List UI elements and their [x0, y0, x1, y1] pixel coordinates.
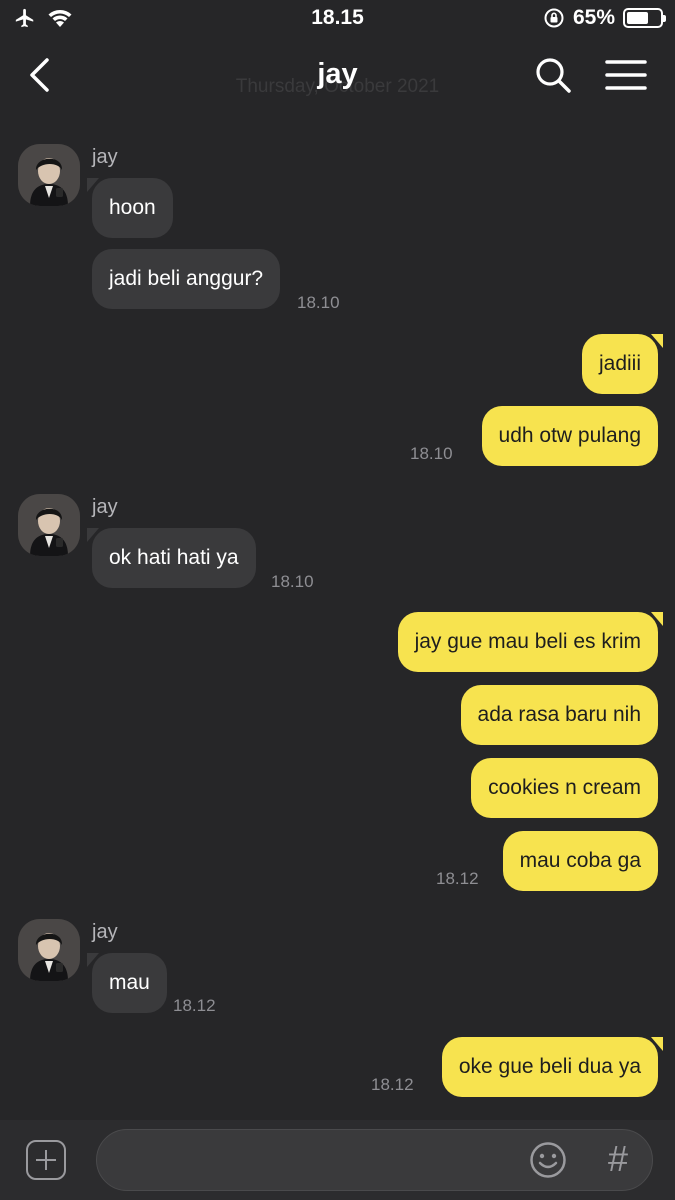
message-bubble[interactable]: mau coba ga: [502, 831, 658, 891]
message-bubble[interactable]: jadi beli anggur?: [92, 249, 281, 309]
sender-name: jay: [92, 146, 118, 168]
chat-header: Thursday, October 2021 jay: [0, 38, 675, 114]
input-bar: [0, 1120, 675, 1200]
chat-screen: 18.15 65% Thursday, October 2021 jay jay…: [0, 0, 675, 1200]
message-bubble[interactable]: ada rasa baru nih: [460, 685, 658, 745]
message-bubble[interactable]: oke gue beli dua ya: [441, 1037, 664, 1097]
message-bubble[interactable]: hoon: [87, 178, 173, 238]
message-bubble[interactable]: jay gue mau beli es krim: [397, 612, 664, 672]
plus-icon[interactable]: [26, 1140, 66, 1180]
battery-percent: 65%: [572, 6, 615, 29]
avatar[interactable]: [18, 494, 80, 556]
message-bubble[interactable]: cookies n cream: [471, 758, 658, 818]
message-bubble[interactable]: mau: [87, 953, 167, 1013]
menu-icon[interactable]: [602, 54, 650, 96]
message-input[interactable]: [96, 1129, 653, 1191]
sender-name: jay: [92, 496, 118, 518]
message-time: 18.12: [173, 996, 216, 1015]
message-bubble[interactable]: jadiii: [581, 334, 664, 394]
message-time: 18.10: [410, 444, 453, 463]
hash-icon[interactable]: #: [602, 1138, 634, 1180]
battery-icon: [623, 8, 666, 28]
orientation-lock-icon: [544, 8, 564, 28]
sender-name: jay: [92, 921, 118, 943]
message-bubble[interactable]: ok hati hati ya: [87, 528, 256, 588]
status-right: 65%: [543, 6, 666, 30]
status-bar: 18.15 65%: [0, 0, 675, 38]
message-time: 18.12: [371, 1075, 414, 1094]
message-time: 18.12: [436, 869, 479, 888]
emoji-icon[interactable]: [528, 1140, 568, 1180]
search-icon[interactable]: [532, 54, 574, 96]
battery-fill: [627, 12, 648, 24]
message-time: 18.10: [297, 293, 340, 312]
avatar[interactable]: [18, 144, 80, 206]
message-bubble[interactable]: udh otw pulang: [481, 406, 658, 466]
avatar[interactable]: [18, 919, 80, 981]
message-time: 18.10: [271, 572, 314, 591]
